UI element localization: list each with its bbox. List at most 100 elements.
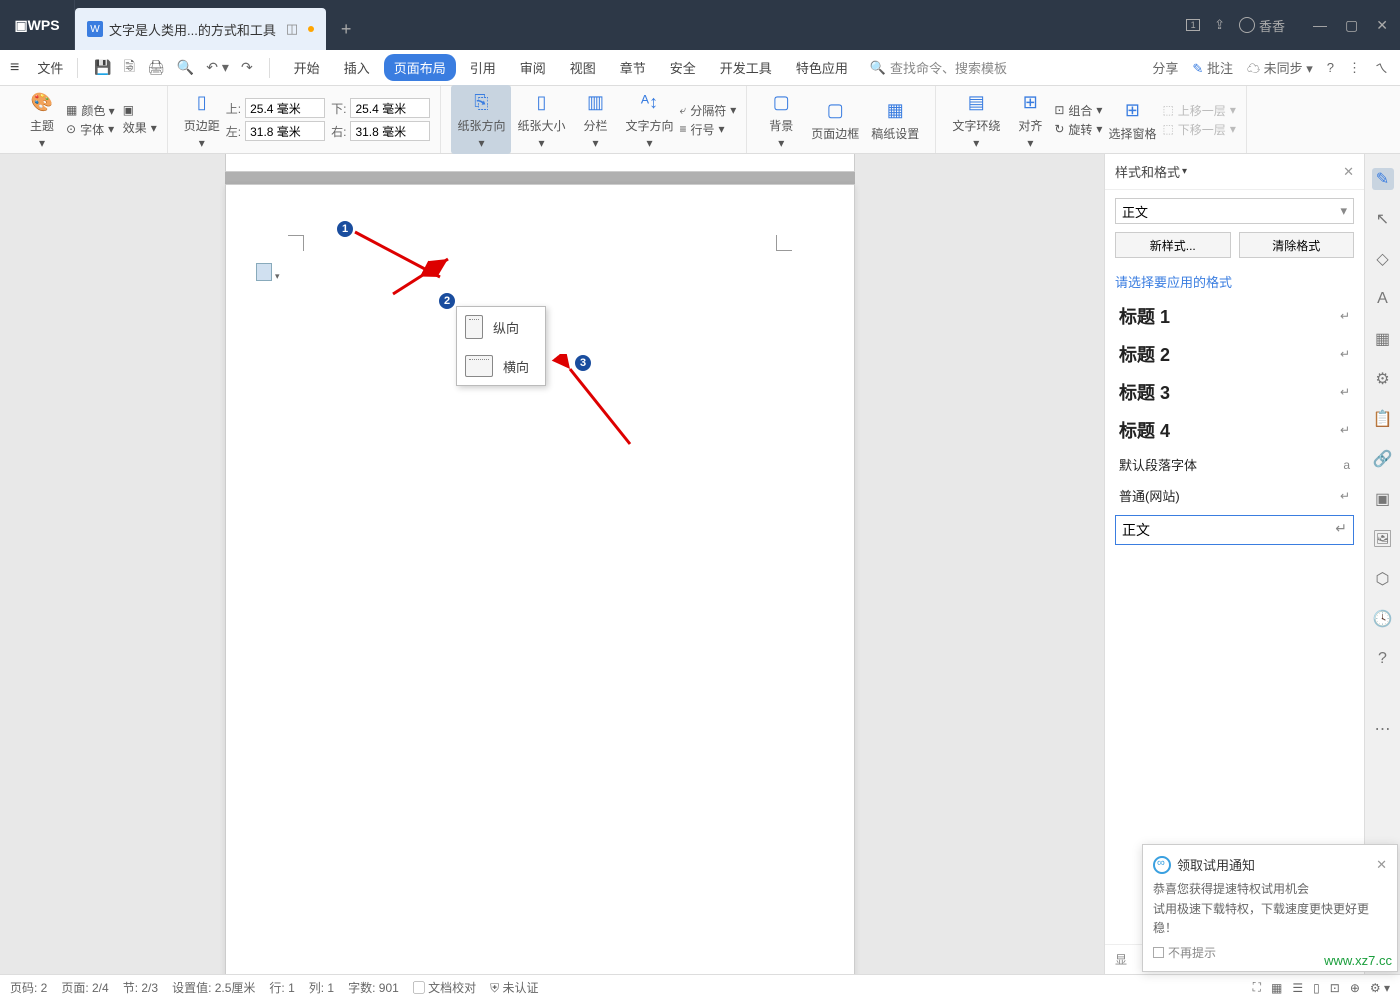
margin-right-input[interactable]	[350, 121, 430, 141]
style-heading-4[interactable]: 标题 4↵	[1105, 411, 1364, 449]
share-button[interactable]: 分享	[1152, 58, 1178, 77]
align-button[interactable]: ⊞对齐 ▾	[1006, 85, 1054, 154]
toolbar-clipboard-icon[interactable]: 📋	[1372, 408, 1394, 430]
tab-reference[interactable]: 引用	[460, 54, 506, 81]
columns-button[interactable]: ▥分栏 ▾	[571, 85, 619, 154]
page-size-button[interactable]: ▯纸张大小 ▾	[511, 85, 571, 154]
margin-top-input[interactable]	[245, 98, 325, 118]
orientation-landscape[interactable]: 横向	[457, 347, 545, 385]
theme-fonts-button[interactable]: ⊙ 字体 ▾	[66, 121, 115, 138]
status-page[interactable]: 页面: 2/4	[61, 979, 108, 996]
apps-icon[interactable]: ⇪	[1214, 17, 1225, 33]
style-default-font[interactable]: 默认段落字体a	[1105, 449, 1364, 480]
annotate-button[interactable]: ✎ 批注	[1192, 58, 1233, 77]
tab-special[interactable]: 特色应用	[786, 54, 858, 81]
tab-start[interactable]: 开始	[284, 54, 330, 81]
new-tab-button[interactable]: +	[326, 8, 366, 50]
page-margin-button[interactable]: ▯页边距 ▾	[178, 85, 226, 154]
group-button[interactable]: ⊡ 组合 ▾	[1054, 102, 1102, 119]
toolbar-history-icon[interactable]: 🕓	[1372, 608, 1394, 630]
wrap-text-button[interactable]: ▤文字环绕 ▾	[946, 85, 1006, 154]
view-mode-2-icon[interactable]: ☰	[1292, 981, 1303, 995]
view-fullscreen-icon[interactable]: ⛶	[1253, 980, 1261, 995]
status-col[interactable]: 列: 1	[309, 979, 334, 996]
preview-icon[interactable]: 🔍	[177, 59, 194, 76]
theme-button[interactable]: 🎨主题 ▾	[18, 85, 66, 154]
status-words[interactable]: 字数: 901	[348, 979, 399, 996]
help-button[interactable]: ?	[1327, 60, 1334, 75]
print-preview-icon[interactable]: 🗟	[124, 56, 135, 80]
undo-button[interactable]: ↶ ▾	[206, 59, 229, 76]
view-web-icon[interactable]: ⊕	[1350, 981, 1360, 995]
status-auth[interactable]: ⛨ 未认证	[490, 979, 538, 996]
style-heading-2[interactable]: 标题 2↵	[1105, 335, 1364, 373]
toolbar-settings-icon[interactable]: ⚙	[1372, 368, 1394, 390]
wps-logo[interactable]: ▣ WPS	[0, 0, 75, 50]
maximize-button[interactable]: ▢	[1345, 17, 1358, 34]
background-button[interactable]: ▢背景 ▾	[757, 85, 805, 154]
toolbar-more-icon[interactable]: ⋯	[1372, 718, 1394, 740]
margin-bottom-input[interactable]	[350, 98, 430, 118]
status-section[interactable]: 节: 2/3	[123, 979, 158, 996]
effects-label[interactable]: 效果 ▾	[123, 119, 157, 136]
close-button[interactable]: ✕	[1376, 17, 1388, 34]
file-menu[interactable]: 文件	[29, 58, 71, 77]
style-heading-1[interactable]: 标题 1↵	[1105, 297, 1364, 335]
tab-view[interactable]: 视图	[560, 54, 606, 81]
print-icon[interactable]: 🖨	[147, 59, 165, 76]
page-border-button[interactable]: ▢页面边框	[805, 93, 865, 146]
save-icon[interactable]: 💾	[94, 59, 111, 76]
document-area[interactable]: 纵向 横向 1 2 3	[0, 154, 1104, 974]
toolbar-select-icon[interactable]: ↖	[1372, 208, 1394, 230]
tab-devtools[interactable]: 开发工具	[710, 54, 782, 81]
document-page[interactable]	[225, 184, 855, 974]
new-style-button[interactable]: 新样式...	[1115, 232, 1231, 258]
notif-badge[interactable]: 1	[1186, 19, 1200, 31]
page-tag-icon[interactable]	[256, 263, 272, 281]
rotate-button[interactable]: ↻ 旋转 ▾	[1054, 121, 1102, 138]
minimize-button[interactable]: —	[1313, 17, 1327, 34]
effects-button[interactable]: ▣	[123, 103, 157, 117]
tab-section[interactable]: 章节	[610, 54, 656, 81]
current-style-select[interactable]: 正文▾	[1115, 198, 1354, 224]
redo-button[interactable]: ↷	[241, 59, 253, 76]
style-body[interactable]: 正文↵	[1115, 515, 1354, 545]
text-direction-button[interactable]: ᴬ↕文字方向 ▾	[619, 85, 679, 154]
style-heading-3[interactable]: 标题 3↵	[1105, 373, 1364, 411]
select-pane-button[interactable]: ⊞选择窗格	[1102, 93, 1162, 146]
toolbar-link-icon[interactable]: 🔗	[1372, 448, 1394, 470]
view-mode-3-icon[interactable]: ▯	[1313, 981, 1320, 995]
status-line[interactable]: 行: 1	[269, 979, 294, 996]
status-pageno[interactable]: 页码: 2	[10, 979, 47, 996]
manuscript-button[interactable]: ▦稿纸设置	[865, 93, 925, 146]
tab-security[interactable]: 安全	[660, 54, 706, 81]
style-normal-web[interactable]: 普通(网站)↵	[1105, 480, 1364, 511]
theme-colors-button[interactable]: ▦ 颜色 ▾	[66, 102, 115, 119]
toolbar-styles-icon[interactable]: ✎	[1372, 168, 1394, 190]
panel-close-button[interactable]: ✕	[1343, 164, 1354, 180]
orientation-button[interactable]: ⎘纸张方向 ▾	[451, 85, 511, 154]
menu-icon[interactable]: ≡	[0, 59, 29, 77]
toolbar-layout-icon[interactable]: ▣	[1372, 488, 1394, 510]
status-position[interactable]: 设置值: 2.5厘米	[172, 979, 255, 996]
tab-review[interactable]: 审阅	[510, 54, 556, 81]
toolbar-image-icon[interactable]: 🖼	[1372, 528, 1394, 550]
tab-insert[interactable]: 插入	[334, 54, 380, 81]
toolbar-text-icon[interactable]: A	[1372, 288, 1394, 310]
sync-button[interactable]: ☁ 未同步 ▾	[1247, 58, 1313, 77]
tab-pagelayout[interactable]: 页面布局	[384, 54, 456, 81]
zoom-menu[interactable]: ⚙ ▾	[1370, 981, 1390, 995]
command-search[interactable]: 🔍 查找命令、搜索模板	[870, 58, 1007, 77]
popup-close-button[interactable]: ✕	[1376, 857, 1387, 873]
collapse-ribbon-button[interactable]: ⋮	[1348, 60, 1361, 76]
line-number-button[interactable]: ≡ 行号 ▾	[680, 121, 737, 138]
toolbar-protect-icon[interactable]: ⬡	[1372, 568, 1394, 590]
orientation-portrait[interactable]: 纵向	[457, 307, 545, 347]
margin-left-input[interactable]	[245, 121, 325, 141]
status-spellcheck[interactable]: ▢ 文档校对	[413, 979, 476, 996]
toolbar-help-icon[interactable]: ?	[1372, 648, 1394, 670]
toolbar-shape-icon[interactable]: ◇	[1372, 248, 1394, 270]
view-mode-1-icon[interactable]: ▦	[1271, 981, 1282, 995]
ribbon-toggle-button[interactable]: ㄟ	[1375, 58, 1388, 77]
breaks-button[interactable]: ⤶ 分隔符 ▾	[680, 102, 737, 119]
